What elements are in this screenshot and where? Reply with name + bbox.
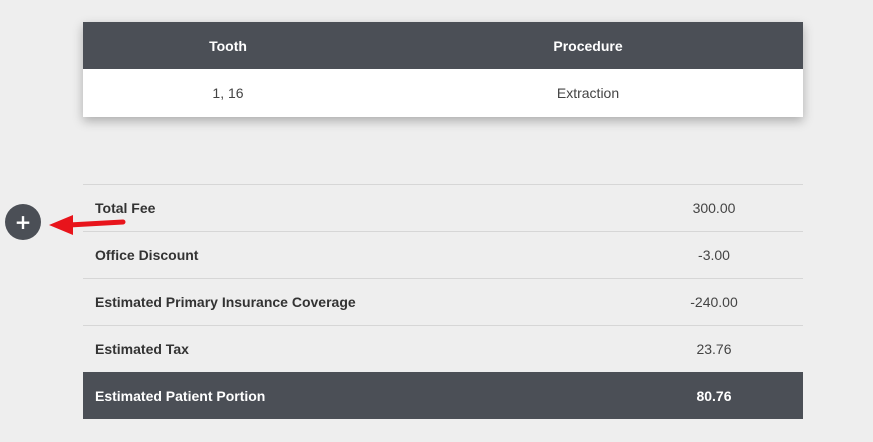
summary-value: -3.00 [625, 231, 803, 279]
summary-label: Office Discount [83, 231, 625, 279]
summary-value: 300.00 [625, 184, 803, 232]
procedures-header-row: Tooth Procedure [83, 22, 803, 69]
summary-row-patient-portion: Estimated Patient Portion 80.76 [83, 372, 803, 419]
header-procedure: Procedure [373, 22, 803, 69]
total-value: 80.76 [625, 372, 803, 419]
summary-row-estimated-tax: Estimated Tax 23.76 [83, 325, 803, 373]
header-tooth: Tooth [83, 22, 373, 69]
summary-value: 23.76 [625, 325, 803, 373]
summary-row-office-discount: Office Discount -3.00 [83, 231, 803, 279]
summary-label: Total Fee [83, 184, 625, 232]
cell-tooth: 1, 16 [83, 69, 373, 117]
cell-procedure: Extraction [373, 69, 803, 117]
total-label: Estimated Patient Portion [83, 372, 625, 419]
summary-value: -240.00 [625, 278, 803, 326]
table-row: 1, 16 Extraction [83, 69, 803, 117]
summary-label: Estimated Tax [83, 325, 625, 373]
plus-icon: + [14, 210, 32, 234]
summary-row-total-fee: Total Fee 300.00 [83, 184, 803, 232]
expand-button[interactable]: + [5, 204, 41, 240]
summary-label: Estimated Primary Insurance Coverage [83, 278, 625, 326]
fee-summary-table: Total Fee 300.00 Office Discount -3.00 E… [83, 184, 803, 419]
procedures-table: Tooth Procedure 1, 16 Extraction [83, 22, 803, 117]
summary-row-insurance-coverage: Estimated Primary Insurance Coverage -24… [83, 278, 803, 326]
